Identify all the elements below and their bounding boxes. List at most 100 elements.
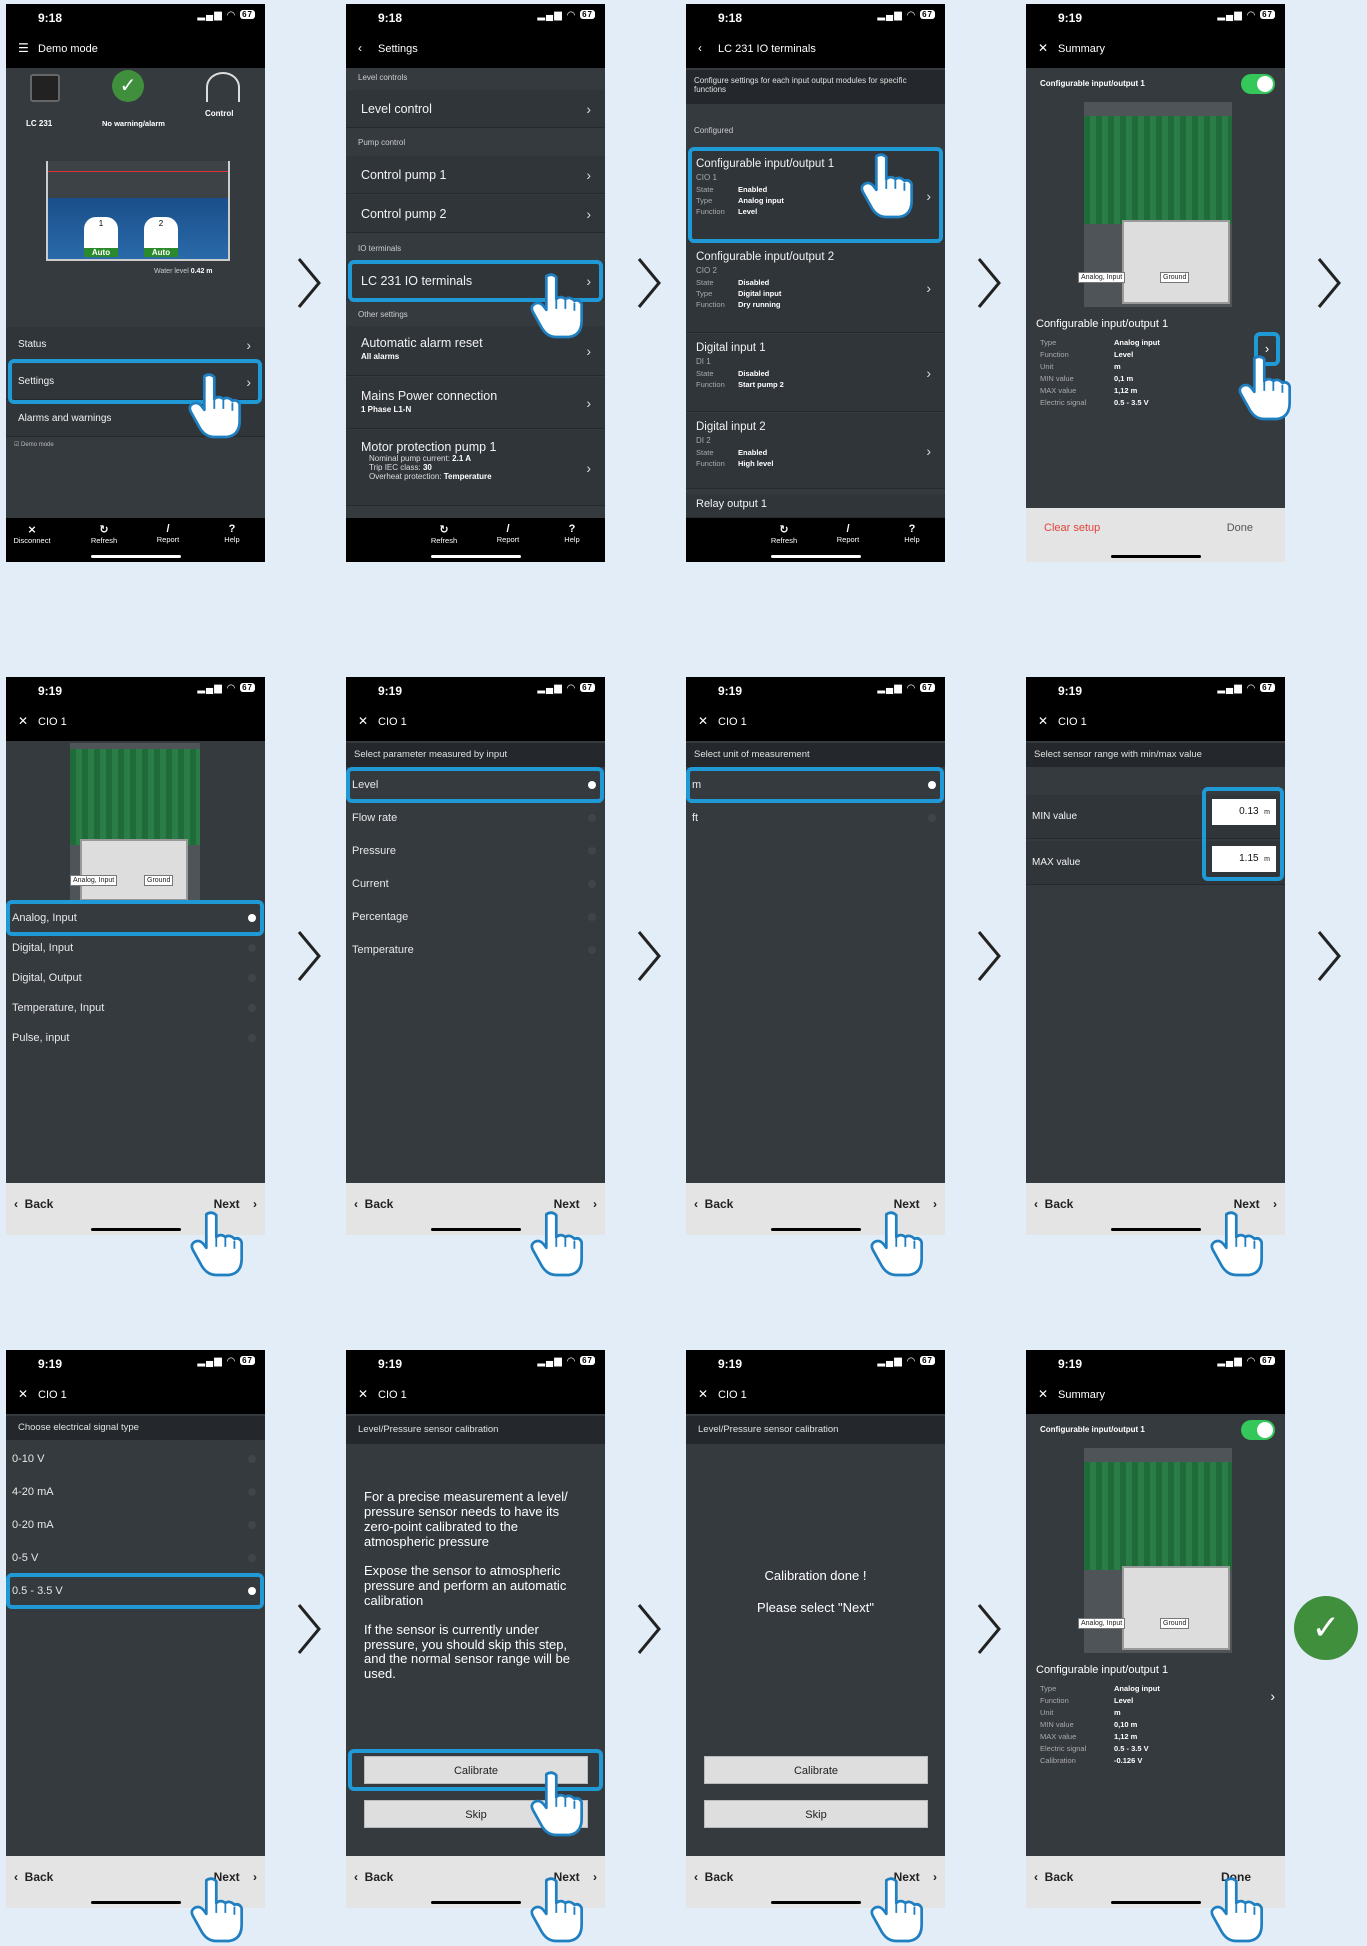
done-button[interactable]: Done <box>1227 522 1253 534</box>
screen-cio-type: 9:19 ▂▄▆ ◠ 67 ✕ CIO 1 Analog, Input Ground… <box>6 677 265 1235</box>
home-indicator <box>90 1228 181 1231</box>
option-pressure[interactable]: Pressure <box>346 840 605 862</box>
option-digital-output[interactable]: Digital, Output <box>6 967 265 989</box>
control-pump-1-row[interactable]: Control pump 1 › <box>346 156 605 194</box>
demo-mode-checkbox[interactable]: ☑ Demo mode <box>14 441 54 448</box>
option-4-20ma[interactable]: 4-20 mA <box>6 1481 265 1503</box>
back-button[interactable]: ‹ Back <box>694 1197 733 1211</box>
tab-disconnect[interactable]: ⨯ Disconnect <box>12 523 52 545</box>
header: ✕ CIO 1 <box>346 703 605 741</box>
battery-icon: 67 <box>240 10 255 19</box>
circuit-board <box>1084 116 1232 224</box>
back-button[interactable]: ‹ Back <box>354 1870 393 1884</box>
screen-final-summary: 9:19 ▂▄▆ ◠ 67 ✕ Summary Configurable input… <box>1026 1350 1285 1908</box>
motor-protection-row[interactable]: Motor protection pump 1 Nominal pump cur… <box>346 430 605 506</box>
back-button[interactable]: ‹ Back <box>354 1197 393 1211</box>
pump-1: 1 Auto <box>84 217 118 257</box>
tab-refresh[interactable]: ↻ Refresh <box>424 523 464 545</box>
control-label[interactable]: Control <box>205 109 233 118</box>
tab-help[interactable]: ? Help <box>892 523 932 544</box>
menu-icon[interactable]: ☰ <box>18 41 29 55</box>
section-title: Configurable input/output 1 <box>1036 318 1169 330</box>
header: ‹ Settings <box>346 30 605 68</box>
status-bar: 9:19 ▂▄▆ ◠ 67 <box>686 677 945 703</box>
relay-row[interactable]: Relay output 1 <box>686 494 945 518</box>
clear-setup-button[interactable]: Clear setup <box>1044 522 1100 534</box>
tab-help[interactable]: ? Help <box>552 523 592 544</box>
gauge-icon[interactable] <box>206 72 240 102</box>
enable-toggle[interactable] <box>1241 1420 1275 1440</box>
back-button[interactable]: ‹ Back <box>694 1870 733 1884</box>
option-digital-input[interactable]: Digital, Input <box>6 937 265 959</box>
home-indicator <box>430 1228 521 1231</box>
pump-2: 2 Auto <box>144 217 178 257</box>
signal-wifi-battery-icon: ▂▄▆ ◠ 67 <box>1217 683 1275 694</box>
back-button[interactable]: ‹ Back <box>1034 1870 1073 1884</box>
option-ft[interactable]: ft <box>686 807 945 829</box>
back-button[interactable]: ‹ Back <box>14 1197 53 1211</box>
highlight-0.5-3.5v <box>6 1573 264 1609</box>
mains-power-row[interactable]: Mains Power connection 1 Phase L1-N › <box>346 377 605 429</box>
close-icon[interactable]: ✕ <box>698 714 708 728</box>
header: ✕ CIO 1 <box>346 1376 605 1414</box>
close-icon[interactable]: ✕ <box>18 1387 28 1401</box>
option-0-20ma[interactable]: 0-20 mA <box>6 1514 265 1536</box>
status-bar: 9:19 ▂▄▆ ◠ 67 <box>6 677 265 703</box>
option-pulse-input[interactable]: Pulse, input <box>6 1027 265 1049</box>
tab-report[interactable]: / Report <box>828 523 868 544</box>
back-button[interactable]: ‹ Back <box>1034 1197 1073 1211</box>
option-0-5v[interactable]: 0-5 V <box>6 1547 265 1569</box>
tab-refresh[interactable]: ↻ Refresh <box>764 523 804 545</box>
menu-status[interactable]: Status › <box>6 327 265 363</box>
close-icon[interactable]: ✕ <box>358 714 368 728</box>
water-level: Water level 0.42 m <box>154 268 213 275</box>
option-temperature[interactable]: Temperature <box>346 939 605 961</box>
close-icon[interactable]: ✕ <box>1038 41 1048 55</box>
next-button[interactable]: Next › <box>1234 1197 1277 1211</box>
tab-report[interactable]: / Report <box>148 523 188 544</box>
close-icon[interactable]: ✕ <box>1038 714 1048 728</box>
pointer-hand-icon <box>860 153 914 219</box>
next-button[interactable]: Next › <box>214 1197 257 1211</box>
close-icon[interactable]: ✕ <box>698 1387 708 1401</box>
enable-toggle[interactable] <box>1241 74 1275 94</box>
di2-row[interactable]: Digital input 2 DI 2 State Enabled Function H… <box>686 413 945 489</box>
tab-refresh[interactable]: ↻ Refresh <box>84 523 124 545</box>
success-check-icon: ✓ <box>1294 1596 1358 1660</box>
back-button[interactable]: ‹ Back <box>14 1870 53 1884</box>
di1-row[interactable]: Digital input 1 DI 1 State Disabled Function… <box>686 334 945 412</box>
option-temperature-input[interactable]: Temperature, Input <box>6 997 265 1019</box>
tab-help[interactable]: ? Help <box>212 523 252 544</box>
close-icon[interactable]: ✕ <box>1038 1387 1048 1401</box>
close-icon[interactable]: ✕ <box>18 714 28 728</box>
option-percentage[interactable]: Percentage <box>346 906 605 928</box>
high-level-line <box>48 171 228 172</box>
pointer-hand-icon <box>530 1211 584 1277</box>
level-control-row[interactable]: Level control › <box>346 90 605 128</box>
home-indicator <box>770 555 861 558</box>
pointer-hand-icon <box>530 1877 584 1943</box>
cio2-row[interactable]: Configurable input/output 2 CIO 2 State Dis… <box>686 243 945 333</box>
config-title: Configurable input/output 1 <box>1040 1425 1145 1434</box>
analog-input-tag: Analog, Input <box>70 875 118 886</box>
header: ✕ CIO 1 <box>6 1376 265 1414</box>
option-0-10v[interactable]: 0-10 V <box>6 1448 265 1470</box>
highlight-analog-input <box>6 900 264 936</box>
back-chevron-icon[interactable]: ‹ <box>358 41 362 55</box>
control-pump-2-row[interactable]: Control pump 2 › <box>346 195 605 233</box>
back-chevron-icon[interactable]: ‹ <box>698 41 702 55</box>
calibrate-button[interactable]: Calibrate <box>704 1756 928 1784</box>
close-icon[interactable]: ✕ <box>358 1387 368 1401</box>
next-button[interactable]: Next › <box>554 1197 597 1211</box>
chevron-right-icon: › <box>586 459 591 476</box>
skip-button[interactable]: Skip <box>704 1800 928 1828</box>
pointer-hand-icon <box>1210 1877 1264 1943</box>
tab-report[interactable]: / Report <box>488 523 528 544</box>
home-indicator <box>430 555 521 558</box>
page-title: Demo mode <box>38 43 98 55</box>
chevron-right-icon[interactable]: › <box>1270 1688 1275 1704</box>
option-flow-rate[interactable]: Flow rate <box>346 807 605 829</box>
option-current[interactable]: Current <box>346 873 605 895</box>
signal-wifi-battery-icon: ▂▄▆ ◠ 67 <box>537 10 595 21</box>
next-button[interactable]: Next › <box>894 1197 937 1211</box>
